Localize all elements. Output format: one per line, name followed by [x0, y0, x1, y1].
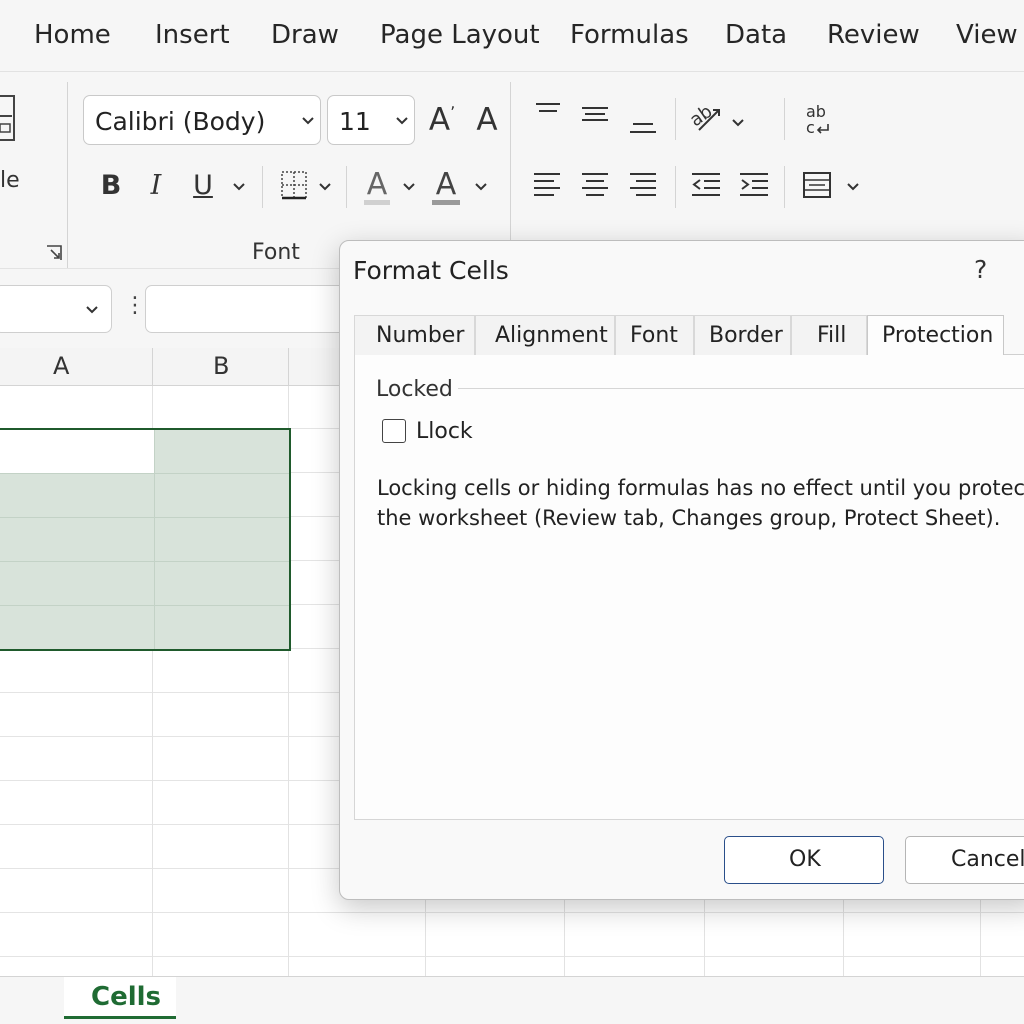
font-size-dropdown[interactable]: 11 — [327, 95, 415, 145]
column-header-label: A — [53, 352, 70, 380]
menu-bar: Home Insert Draw Page Layout Formulas Da… — [0, 0, 1024, 72]
ribbon-separator — [675, 98, 676, 140]
column-header-b[interactable]: B — [153, 348, 289, 386]
align-bottom-icon[interactable] — [628, 110, 658, 138]
highlight-color-button[interactable]: A — [362, 168, 392, 206]
align-left-icon[interactable] — [532, 170, 562, 200]
tab-label: Border — [709, 323, 783, 348]
format-cells-dialog: Format Cells ? Number Alignment Font Bor… — [339, 240, 1024, 900]
ribbon-separator — [784, 166, 785, 208]
decrease-font-size-button[interactable]: A — [470, 100, 504, 140]
sheet-tab-label: Cells — [91, 982, 162, 1012]
font-color-chevron-icon[interactable] — [474, 180, 488, 194]
font-color-icon: A — [435, 166, 457, 202]
underline-chevron-icon[interactable] — [232, 180, 246, 194]
active-cell[interactable] — [0, 430, 154, 473]
sheet-tab-bar: Cells — [0, 976, 1024, 1024]
tab-fill[interactable]: Fill — [791, 315, 867, 355]
tab-protection[interactable]: Protection — [867, 315, 1004, 355]
table-style-icon[interactable] — [0, 94, 18, 144]
bold-button[interactable]: B — [96, 168, 126, 202]
font-color-button[interactable]: A — [430, 168, 462, 206]
orientation-chevron-icon[interactable] — [731, 116, 745, 130]
column-header-a[interactable]: A — [0, 348, 153, 386]
dialog-title: Format Cells — [353, 256, 509, 285]
italic-button[interactable]: I — [142, 168, 170, 202]
tab-data[interactable]: Data — [725, 20, 787, 50]
tab-page-layout[interactable]: Page Layout — [380, 20, 540, 50]
merge-icon[interactable] — [802, 170, 832, 200]
align-center-icon[interactable] — [580, 170, 610, 200]
dialog-launcher-icon[interactable] — [45, 244, 63, 262]
ok-button-label: OK — [789, 847, 821, 872]
left-group-label: le — [0, 168, 20, 193]
align-middle-icon[interactable] — [580, 100, 610, 128]
tab-home[interactable]: Home — [34, 20, 111, 50]
font-size-value: 11 — [339, 107, 371, 136]
column-header-label: B — [213, 352, 230, 380]
align-right-icon[interactable] — [628, 170, 658, 200]
ribbon: le Calibri (Body) 11 Aʼ A B I U A A Font — [0, 72, 1024, 268]
tab-formulas[interactable]: Formulas — [570, 20, 689, 50]
decrease-indent-icon[interactable] — [690, 170, 722, 200]
tab-label: Alignment — [495, 323, 608, 348]
ribbon-separator — [67, 82, 68, 268]
highlight-chevron-icon[interactable] — [402, 180, 416, 194]
tab-label: Fill — [817, 323, 847, 348]
lock-checkbox-label[interactable]: Llock — [416, 419, 473, 444]
tab-review[interactable]: Review — [827, 20, 920, 50]
wrap-text-icon[interactable]: ab c — [804, 102, 834, 138]
font-family-dropdown[interactable]: Calibri (Body) — [83, 95, 321, 145]
underline-button[interactable]: U — [188, 168, 218, 202]
dialog-tab-strip: Number Alignment Font Border Fill Protec… — [354, 315, 1024, 355]
tab-view[interactable]: View — [956, 20, 1018, 50]
font-group-label: Font — [252, 240, 300, 265]
protection-note: Locking cells or hiding formulas has no … — [377, 476, 1024, 530]
orientation-icon[interactable]: ab — [689, 100, 723, 134]
tab-draw[interactable]: Draw — [271, 20, 339, 50]
tab-border[interactable]: Border — [694, 315, 791, 355]
chevron-down-icon — [302, 117, 314, 125]
help-button[interactable]: ? — [974, 255, 987, 284]
tab-label: Protection — [882, 323, 994, 348]
increase-font-size-button[interactable]: Aʼ — [424, 100, 460, 140]
lock-checkbox[interactable] — [382, 419, 406, 443]
sheet-tab-cells[interactable]: Cells — [64, 977, 176, 1019]
ribbon-separator — [262, 166, 263, 208]
locked-group-label: Locked — [376, 377, 453, 402]
protection-panel: Locked Llock Locking cells or hiding for… — [354, 355, 1024, 820]
align-top-icon[interactable] — [534, 100, 562, 128]
highlight-icon: A — [366, 166, 388, 202]
group-divider — [458, 388, 1024, 389]
name-box[interactable] — [0, 285, 112, 333]
tab-font[interactable]: Font — [615, 315, 694, 355]
chevron-down-icon — [86, 306, 98, 314]
borders-chevron-icon[interactable] — [318, 180, 332, 194]
tab-label: Number — [376, 323, 465, 348]
chevron-down-icon — [396, 117, 408, 125]
tab-label: Font — [630, 323, 678, 348]
tab-number[interactable]: Number — [354, 315, 475, 355]
merge-chevron-icon[interactable] — [846, 180, 860, 194]
font-family-value: Calibri (Body) — [95, 107, 266, 136]
cell-selection[interactable] — [0, 428, 291, 651]
ribbon-separator — [675, 166, 676, 208]
ok-button[interactable]: OK — [724, 836, 884, 884]
cancel-button[interactable]: Cancel — [905, 836, 1024, 884]
increase-font-icon: A — [428, 102, 451, 138]
tab-insert[interactable]: Insert — [155, 20, 230, 50]
ribbon-separator — [784, 98, 785, 140]
borders-icon[interactable] — [280, 170, 308, 200]
formula-bar-separator: ⋮ — [124, 293, 146, 318]
decrease-font-icon: A — [476, 102, 498, 138]
cancel-button-label: Cancel — [951, 847, 1024, 872]
ribbon-separator — [346, 166, 347, 208]
svg-text:c: c — [806, 118, 815, 137]
tab-alignment[interactable]: Alignment — [475, 315, 615, 355]
increase-indent-icon[interactable] — [738, 170, 770, 200]
